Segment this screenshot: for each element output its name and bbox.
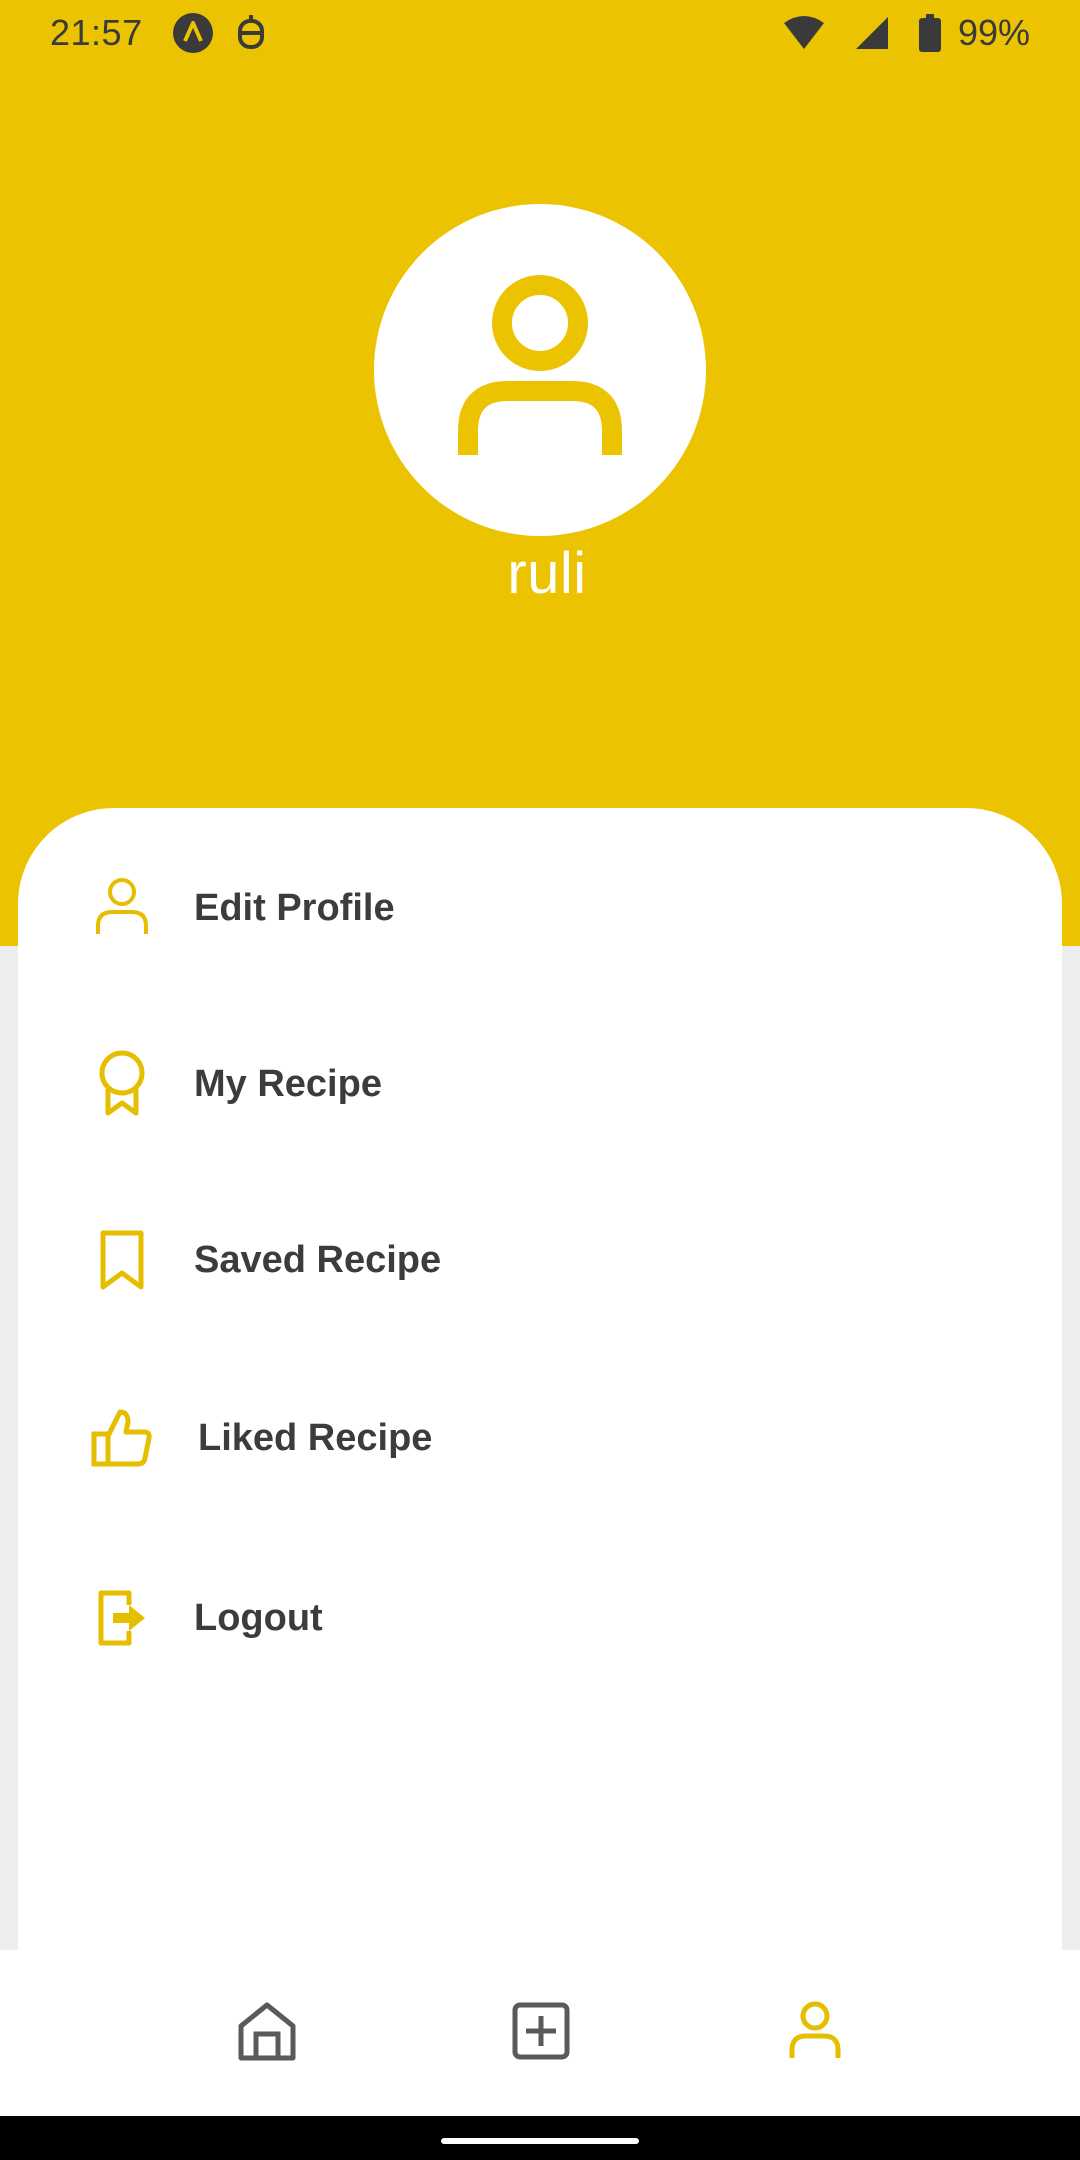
cell-signal-icon: [850, 11, 894, 55]
profile-menu-card: Edit Profile My Recipe Saved Recipe Like…: [18, 808, 1062, 2048]
app-a-icon: [171, 11, 215, 55]
menu-item-logout[interactable]: Logout: [18, 1558, 1062, 1678]
nav-profile-button[interactable]: [770, 1988, 860, 2078]
status-bar: 21:57 99%: [0, 0, 1080, 66]
wifi-icon: [782, 11, 826, 55]
menu-item-label: Logout: [194, 1596, 323, 1639]
menu-item-liked-recipe[interactable]: Liked Recipe: [18, 1378, 1062, 1498]
profile-header: 21:57 99% ruli: [0, 0, 1080, 946]
nav-add-button[interactable]: [496, 1988, 586, 2078]
add-square-icon: [511, 2001, 571, 2066]
nav-home-button[interactable]: [222, 1988, 312, 2078]
home-gesture-pill[interactable]: [441, 2138, 639, 2144]
profile-avatar[interactable]: [374, 204, 706, 536]
menu-item-label: Liked Recipe: [198, 1416, 433, 1459]
status-right: 99%: [782, 11, 1030, 55]
bookmark-icon: [74, 1212, 170, 1308]
user-avatar-icon: [450, 273, 630, 468]
award-ribbon-icon: [74, 1036, 170, 1132]
menu-item-saved-recipe[interactable]: Saved Recipe: [18, 1200, 1062, 1320]
logout-icon: [74, 1570, 170, 1666]
menu-item-label: My Recipe: [194, 1062, 382, 1105]
profile-username: ruli: [507, 541, 587, 606]
notification-icon: [229, 11, 273, 55]
profile-icon: [787, 2000, 843, 2067]
menu-item-my-recipe[interactable]: My Recipe: [18, 1024, 1062, 1144]
battery-percentage: 99%: [957, 12, 1030, 53]
status-time: 21:57: [50, 12, 143, 53]
menu-item-label: Edit Profile: [194, 886, 395, 929]
system-navigation-bar: [0, 2116, 1080, 2160]
thumbs-up-icon: [74, 1390, 170, 1486]
menu-item-edit-profile[interactable]: Edit Profile: [18, 848, 1062, 968]
person-icon: [74, 860, 170, 956]
profile-screen: 21:57 99% ruli Edit Profile My Recipe Sa…: [0, 0, 1080, 2160]
battery-icon: [918, 11, 942, 55]
menu-item-label: Saved Recipe: [194, 1238, 442, 1281]
bottom-navigation: [0, 1950, 1080, 2116]
home-icon: [236, 2000, 298, 2067]
